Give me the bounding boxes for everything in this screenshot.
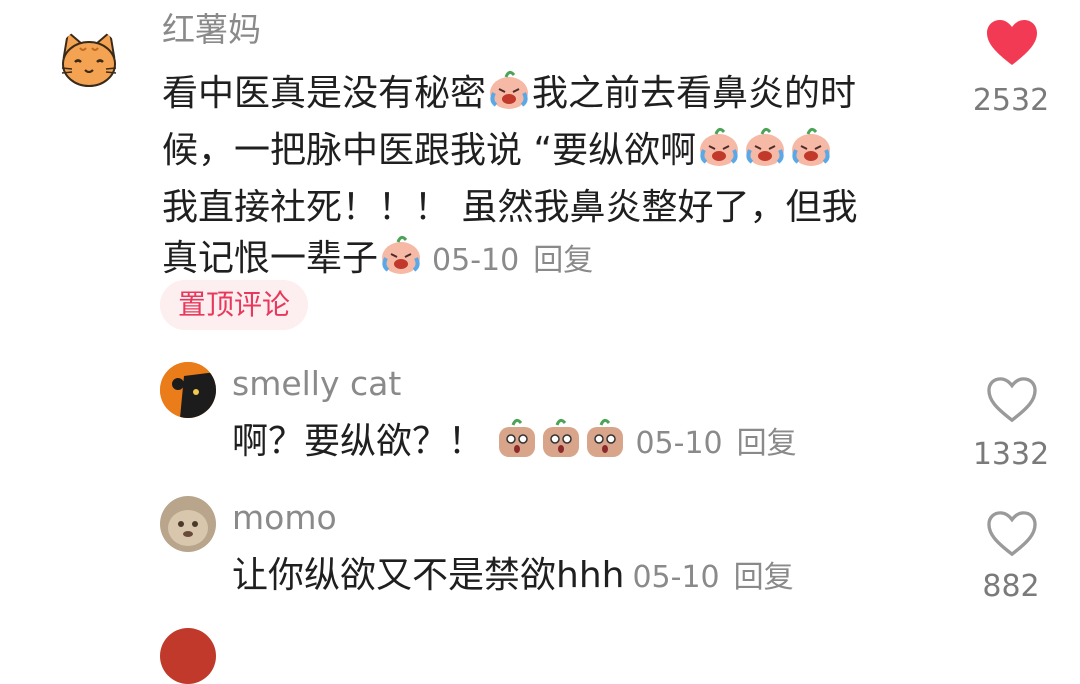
cat-avatar-icon [61,30,117,87]
avatar-image [160,496,216,552]
reply-text: 让你纵欲又不是禁欲hhh [232,555,625,596]
avatar-image [160,362,216,418]
pinned-badge: 置顶评论 [160,280,309,330]
shocked-emoji [495,417,539,473]
reply-text: 啊？要纵欲？！ [232,421,485,462]
comment-text: 真记恨一辈子 [162,238,379,279]
avatar[interactable] [58,28,120,90]
shocked-emoji [583,417,627,473]
like-button[interactable] [972,18,1052,72]
comment-line: 看中医真是没有秘密 我之前去看鼻炎的时 [162,68,962,125]
heart-filled-icon [987,20,1037,65]
like-count: 1332 [972,437,1050,472]
reply-username[interactable]: momo [232,498,337,538]
comment-date: 05-10 [432,243,520,278]
reply-username[interactable]: smelly cat [232,364,401,404]
crying-laugh-emoji [378,234,424,290]
heart-outline-icon [987,377,1037,423]
reply-date: 05-10 [635,426,723,461]
reply-date: 05-10 [632,560,720,595]
like-count: 2532 [972,83,1050,118]
reply-button[interactable]: 回复 [737,426,797,461]
comment-username[interactable]: 红薯妈 [162,10,261,50]
reply-text-row: 让你纵欲又不是禁欲hhh 05-10 回复 [232,550,794,603]
avatar[interactable] [160,496,216,552]
crying-laugh-emoji [788,126,834,182]
comment-line: 候，一把脉中医跟我说 “要纵欲啊 [162,125,962,182]
comment-text: 候，一把脉中医跟我说 “要纵欲啊 [162,130,697,171]
crying-laugh-emoji [696,126,742,182]
heart-outline-icon [987,511,1037,557]
like-button[interactable] [972,376,1052,428]
comment-text: 看中医真是没有秘密 [162,73,487,114]
reply-button[interactable]: 回复 [533,243,593,278]
crying-laugh-emoji [742,126,788,182]
avatar[interactable] [160,362,216,418]
crying-laugh-emoji [486,69,532,125]
comment-body: 看中医真是没有秘密 我之前去看鼻炎的时 候，一把脉中医跟我说 “要纵欲啊 我直接社… [162,68,962,290]
like-count: 882 [982,569,1040,604]
comment-text: 我之前去看鼻炎的时 [532,73,857,114]
comment-line: 我直接社死！！！ 虽然我鼻炎整好了，但我 [162,187,858,228]
reply-text-row: 啊？要纵欲？！ 05-10 回复 [232,416,797,473]
avatar[interactable] [160,628,216,684]
like-button[interactable] [972,510,1052,562]
reply-button[interactable]: 回复 [734,560,794,595]
shocked-emoji [539,417,583,473]
